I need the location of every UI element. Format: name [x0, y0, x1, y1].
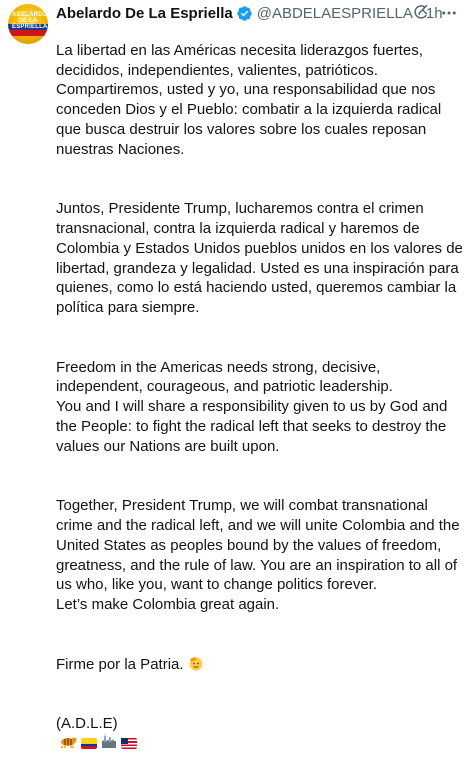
tweet-paragraph: La libertad en las Américas necesita lid…	[56, 41, 442, 158]
tweet-paragraph-closing: Firme por la Patria.	[56, 655, 466, 675]
colombia-flag-emoji	[81, 738, 97, 750]
saluting-face-emoji	[188, 656, 204, 673]
tweet-paragraph: Together, President Trump, we will comba…	[56, 497, 460, 614]
avatar[interactable]: ABELARDO DE LA ESPRIELLA	[8, 4, 48, 44]
tiger-emoji	[60, 734, 77, 754]
author-name[interactable]: Abelardo De La Espriella	[56, 5, 233, 22]
tweet-paragraph: Freedom in the Americas needs strong, de…	[56, 358, 448, 455]
tweet-header: Abelardo De La Espriella @ABDELAESPRIELL…	[56, 3, 458, 23]
factory-emoji	[101, 733, 117, 754]
tweet-text: La libertad en las Américas necesita lid…	[56, 21, 466, 773]
closing-text: Firme por la Patria.	[56, 655, 184, 673]
emoji-row	[60, 733, 137, 754]
avatar-band-red	[8, 30, 48, 36]
author-handle[interactable]: @ABDELAESPRIELLA	[257, 5, 413, 22]
signature: (A.D.L.E)	[56, 714, 118, 732]
verified-badge-icon[interactable]	[236, 5, 253, 22]
tweet-paragraph: Juntos, Presidente Trump, lucharemos con…	[56, 200, 463, 317]
usa-flag-emoji	[121, 738, 137, 750]
avatar-text: ABELARDO DE LA ESPRIELLA	[12, 12, 48, 30]
signature-line: (A.D.L.E)	[56, 714, 466, 754]
